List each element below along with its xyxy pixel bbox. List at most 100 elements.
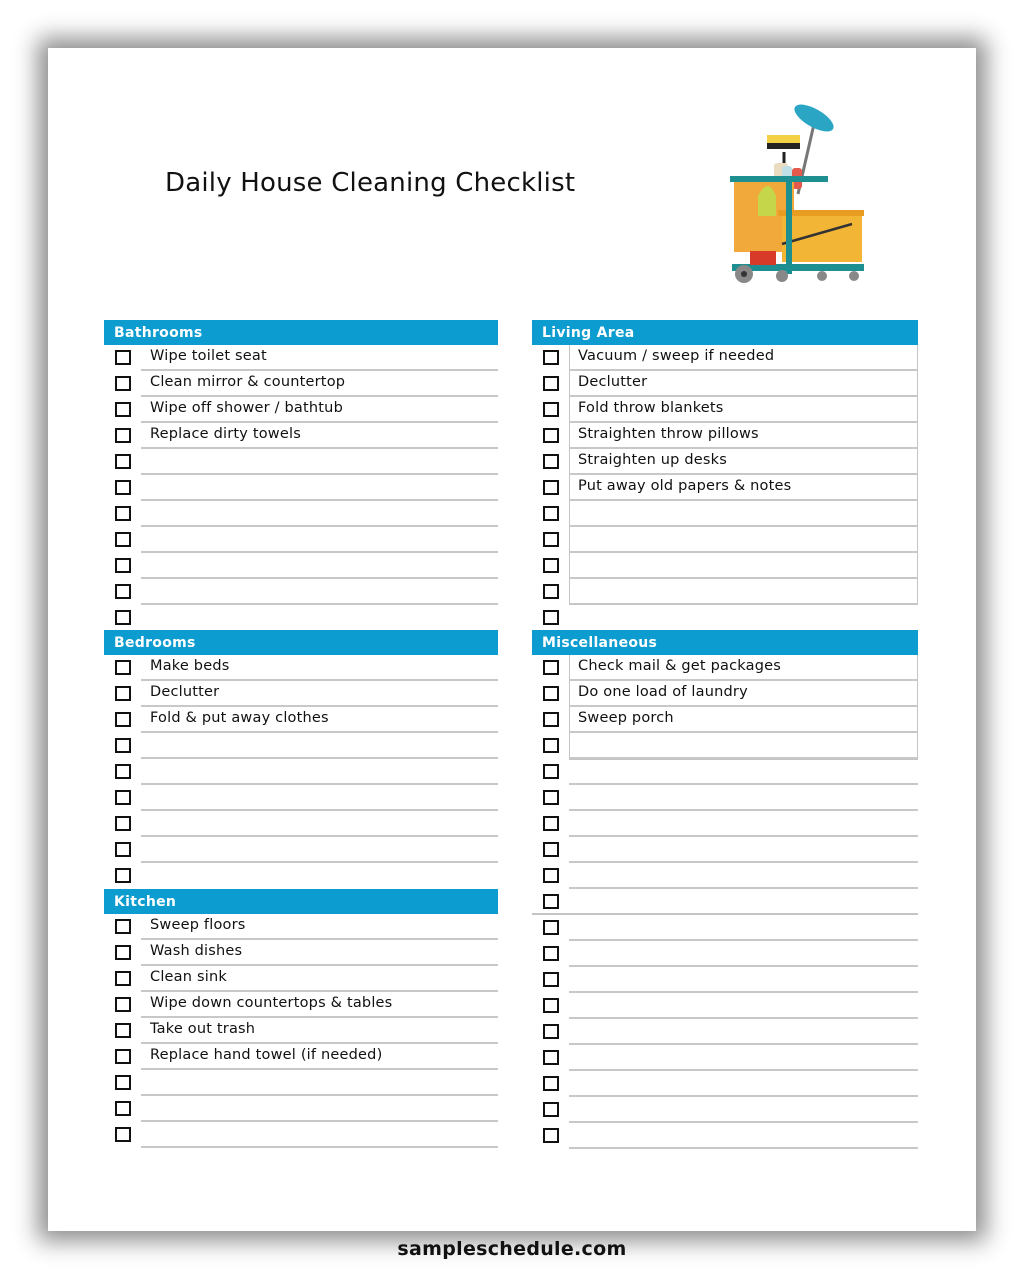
checkbox[interactable] [543, 558, 559, 573]
write-in-line[interactable] [569, 1147, 918, 1149]
task-label: Check mail & get packages [578, 658, 781, 674]
checkbox[interactable] [115, 1075, 131, 1090]
checkbox[interactable] [543, 584, 559, 599]
checklist-row [532, 889, 918, 915]
checkbox[interactable] [543, 610, 559, 625]
checkbox[interactable] [543, 686, 559, 701]
checkbox[interactable] [115, 454, 131, 469]
checkbox[interactable] [115, 532, 131, 547]
checklist-row [532, 553, 918, 579]
checkbox[interactable] [543, 764, 559, 779]
checkbox[interactable] [543, 894, 559, 909]
checkbox[interactable] [115, 919, 131, 934]
checklist-row [104, 759, 498, 785]
checklist-row: Do one load of laundry [532, 681, 918, 707]
section-header-kitchen: Kitchen [104, 889, 498, 914]
checklist-row: Declutter [532, 371, 918, 397]
checkbox[interactable] [543, 1076, 559, 1091]
checkbox[interactable] [115, 376, 131, 391]
checkbox[interactable] [543, 816, 559, 831]
checkbox[interactable] [543, 532, 559, 547]
checkbox[interactable] [115, 350, 131, 365]
task-label: Fold & put away clothes [150, 710, 329, 726]
checkbox[interactable] [115, 842, 131, 857]
checkbox[interactable] [115, 480, 131, 495]
checkbox[interactable] [543, 402, 559, 417]
checklist-row [104, 605, 498, 631]
checklist-row: Wipe down countertops & tables [104, 992, 498, 1018]
checkbox[interactable] [115, 1101, 131, 1116]
row-separator [532, 913, 918, 915]
task-label: Declutter [578, 374, 648, 390]
checkbox[interactable] [543, 1102, 559, 1117]
checkbox[interactable] [115, 816, 131, 831]
checkbox[interactable] [543, 842, 559, 857]
checkbox[interactable] [115, 997, 131, 1012]
checkbox[interactable] [543, 454, 559, 469]
checkbox[interactable] [543, 480, 559, 495]
section-kitchen: Kitchen Sweep floors Wash dishes Clean sin… [104, 889, 498, 1148]
checklist-row [532, 837, 918, 863]
checkbox[interactable] [543, 1128, 559, 1143]
checkbox[interactable] [115, 402, 131, 417]
section-header-bathrooms: Bathrooms [104, 320, 498, 345]
checkbox[interactable] [543, 998, 559, 1013]
checkbox[interactable] [543, 1050, 559, 1065]
checkbox[interactable] [543, 376, 559, 391]
checklist-row: Fold & put away clothes [104, 707, 498, 733]
section-bathrooms: Bathrooms Wipe toilet seat Clean mirror &… [104, 320, 498, 631]
checkbox[interactable] [115, 584, 131, 599]
task-label: Put away old papers & notes [578, 478, 792, 494]
checkbox[interactable] [543, 946, 559, 961]
checkbox[interactable] [115, 712, 131, 727]
checklist-row: Straighten up desks [532, 449, 918, 475]
task-label: Vacuum / sweep if needed [578, 348, 775, 364]
checklist-row [104, 501, 498, 527]
checklist-row: Take out trash [104, 1018, 498, 1044]
checkbox[interactable] [115, 1023, 131, 1038]
checklist-row: Wash dishes [104, 940, 498, 966]
checkbox[interactable] [115, 868, 131, 883]
checkbox[interactable] [115, 428, 131, 443]
task-label: Replace dirty towels [150, 426, 301, 442]
task-label: Do one load of laundry [578, 684, 748, 700]
checklist-row [532, 863, 918, 889]
checkbox[interactable] [543, 660, 559, 675]
checklist-row [532, 941, 918, 967]
checkbox[interactable] [543, 350, 559, 365]
checkbox[interactable] [543, 920, 559, 935]
checklist-row [104, 553, 498, 579]
checkbox[interactable] [543, 738, 559, 753]
checkbox[interactable] [543, 868, 559, 883]
checkbox[interactable] [115, 660, 131, 675]
checklist-row [104, 733, 498, 759]
checklist-row [532, 733, 918, 759]
checkbox[interactable] [115, 558, 131, 573]
checklist-row [104, 449, 498, 475]
write-in-line[interactable] [141, 1146, 498, 1148]
checkbox[interactable] [543, 790, 559, 805]
section-miscellaneous: Miscellaneous Check mail & get packages D… [532, 630, 918, 1149]
checkbox[interactable] [115, 610, 131, 625]
checkbox[interactable] [115, 738, 131, 753]
checklist-row [532, 605, 918, 631]
task-label: Straighten up desks [578, 452, 727, 468]
checklist-row: Clean mirror & countertop [104, 371, 498, 397]
checkbox[interactable] [115, 686, 131, 701]
checkbox[interactable] [115, 506, 131, 521]
checkbox[interactable] [543, 428, 559, 443]
checkbox[interactable] [115, 945, 131, 960]
checkbox[interactable] [543, 712, 559, 727]
task-label: Straighten throw pillows [578, 426, 759, 442]
checkbox[interactable] [115, 764, 131, 779]
checkbox[interactable] [543, 1024, 559, 1039]
checkbox[interactable] [543, 506, 559, 521]
section-rows: Sweep floors Wash dishes Clean sink Wipe do… [104, 914, 498, 1148]
checkbox[interactable] [115, 790, 131, 805]
checkbox[interactable] [115, 1049, 131, 1064]
checklist-row [532, 967, 918, 993]
checkbox[interactable] [115, 971, 131, 986]
checkbox[interactable] [543, 972, 559, 987]
checkbox[interactable] [115, 1127, 131, 1142]
checklist-row [104, 527, 498, 553]
